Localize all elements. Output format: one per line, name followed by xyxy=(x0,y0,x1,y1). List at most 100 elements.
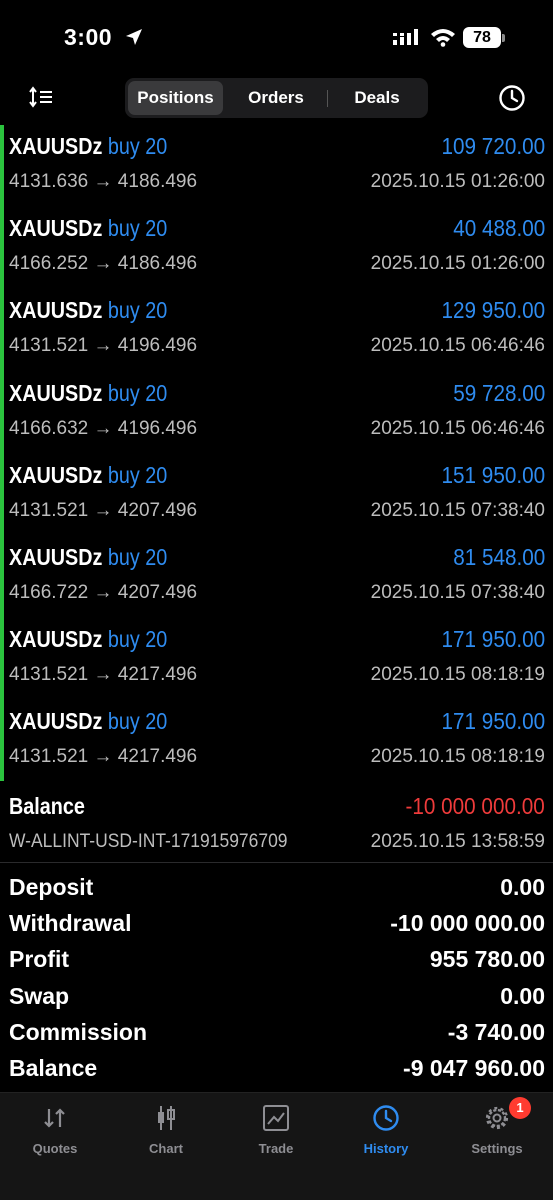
deal-datetime: 2025.10.15 07:38:40 xyxy=(370,581,545,603)
deal-profit: 129 950.00 xyxy=(441,297,545,324)
tab-label: Quotes xyxy=(32,1141,78,1156)
deal-profit: 59 728.00 xyxy=(452,379,545,406)
summary-withdrawal: Withdrawal -10 000 000.00 xyxy=(0,906,553,942)
deal-symbol: XAUUSDz buy 20 xyxy=(9,297,168,324)
status-time: 3:00 xyxy=(64,24,113,50)
deal-prices: 4131.521 → 4217.496 xyxy=(9,746,198,768)
history-summary: Deposit 0.00 Withdrawal -10 000 000.00 P… xyxy=(0,870,553,1087)
summary-deposit: Deposit 0.00 xyxy=(0,870,553,906)
tab-label: Chart xyxy=(149,1141,183,1156)
balance-operation-row[interactable]: Balance -10 000 000.00 W-ALLINT-USD-INT-… xyxy=(0,781,553,863)
deal-direction: buy 20 xyxy=(107,543,168,570)
deal-prices: 4131.521 → 4217.496 xyxy=(9,664,198,686)
deal-direction: buy 20 xyxy=(107,708,168,735)
tab-positions[interactable]: Positions xyxy=(128,81,223,115)
status-bar: 3:00 78 xyxy=(0,0,553,70)
balance-operation-amount: -10 000 000.00 xyxy=(405,793,545,819)
summary-value: 0.00 xyxy=(500,982,545,1009)
summary-commission: Commission -3 740.00 xyxy=(0,1015,553,1051)
deal-prices: 4166.722 → 4207.496 xyxy=(9,581,198,603)
tab-label: Settings xyxy=(471,1141,523,1156)
tab-quotes[interactable]: Quotes xyxy=(0,1103,110,1167)
deal-row[interactable]: XAUUSDz buy 20 171 950.00 4131.521 → 421… xyxy=(0,700,553,782)
deal-datetime: 2025.10.15 08:18:19 xyxy=(370,664,545,686)
deal-row[interactable]: XAUUSDz buy 20 171 950.00 4131.521 → 421… xyxy=(0,618,553,700)
history-clock-icon xyxy=(373,1105,399,1131)
tab-chart[interactable]: Chart xyxy=(111,1103,221,1167)
bottom-tab-bar: Quotes Chart Trade History 1 Settings xyxy=(0,1092,553,1200)
deal-datetime: 2025.10.15 01:26:00 xyxy=(370,253,545,275)
deal-row[interactable]: XAUUSDz buy 20 151 950.00 4131.521 → 420… xyxy=(0,454,553,536)
location-arrow-icon xyxy=(126,29,142,45)
summary-value: 0.00 xyxy=(500,874,545,900)
notification-badge: 1 xyxy=(509,1097,531,1119)
deal-datetime: 2025.10.15 01:26:00 xyxy=(370,171,545,192)
deal-symbol: XAUUSDz buy 20 xyxy=(9,626,168,653)
summary-value: 955 780.00 xyxy=(429,946,545,973)
gear-icon xyxy=(485,1106,509,1130)
deal-direction: buy 20 xyxy=(107,379,168,406)
deal-prices: 4166.632 → 4196.496 xyxy=(9,417,198,439)
deal-symbol: XAUUSDz buy 20 xyxy=(9,708,168,735)
deal-prices: 4131.521 → 4196.496 xyxy=(9,335,198,357)
deal-datetime: 2025.10.15 06:46:46 xyxy=(370,335,545,357)
deal-profit: 109 720.00 xyxy=(441,133,545,159)
deal-direction: buy 20 xyxy=(107,215,168,242)
balance-operation-label: Balance xyxy=(9,793,85,819)
summary-swap: Swap 0.00 xyxy=(0,979,553,1015)
sort-icon[interactable] xyxy=(28,86,54,108)
summary-label: Profit xyxy=(9,946,70,973)
segment-divider xyxy=(327,90,328,107)
deal-prices: 4131.521 → 4207.496 xyxy=(9,499,198,521)
wifi-icon xyxy=(431,29,455,47)
deal-row[interactable]: XAUUSDz buy 20 40 488.00 4166.252 → 4186… xyxy=(0,207,553,289)
deals-list: XAUUSDz buy 20 109 720.00 4131.636 → 418… xyxy=(0,125,553,783)
summary-profit: Profit 955 780.00 xyxy=(0,942,553,978)
deal-profit: 171 950.00 xyxy=(441,708,545,735)
summary-label: Swap xyxy=(9,982,70,1009)
deal-symbol: XAUUSDz buy 20 xyxy=(9,461,168,488)
deal-datetime: 2025.10.15 07:38:40 xyxy=(370,499,545,521)
quotes-icon xyxy=(44,1108,65,1128)
tab-deals[interactable]: Deals xyxy=(329,81,425,115)
deal-profit: 40 488.00 xyxy=(452,215,545,242)
trade-chart-icon xyxy=(263,1105,289,1131)
deal-row[interactable]: XAUUSDz buy 20 129 950.00 4131.521 → 419… xyxy=(0,289,553,371)
deal-profit: 81 548.00 xyxy=(452,543,545,570)
summary-value: -9 047 960.00 xyxy=(403,1054,545,1081)
deal-profit: 171 950.00 xyxy=(441,626,545,653)
clock-icon[interactable] xyxy=(498,84,526,112)
tab-settings[interactable]: 1 Settings xyxy=(442,1097,552,1167)
balance-operation-comment: W-ALLINT-USD-INT-171915976709 xyxy=(9,831,288,852)
tab-trade[interactable]: Trade xyxy=(221,1103,331,1167)
tab-history[interactable]: History xyxy=(331,1103,441,1167)
summary-value: -3 740.00 xyxy=(447,1018,545,1045)
summary-label: Commission xyxy=(9,1018,148,1045)
tab-label: History xyxy=(363,1141,409,1156)
battery-level: 78 xyxy=(463,27,501,48)
deal-symbol: XAUUSDz buy 20 xyxy=(9,215,168,242)
tab-orders[interactable]: Orders xyxy=(225,81,327,115)
deal-row[interactable]: XAUUSDz buy 20 81 548.00 4166.722 → 4207… xyxy=(0,536,553,618)
deal-direction: buy 20 xyxy=(107,461,168,488)
history-view-selector: Positions Orders Deals xyxy=(125,78,428,118)
deal-row[interactable]: XAUUSDz buy 20 59 728.00 4166.632 → 4196… xyxy=(0,372,553,454)
summary-value: -10 000 000.00 xyxy=(390,910,545,937)
deal-direction: buy 20 xyxy=(107,626,168,653)
deal-datetime: 2025.10.15 08:18:19 xyxy=(370,746,545,768)
balance-operation-datetime: 2025.10.15 13:58:59 xyxy=(370,831,545,852)
summary-balance: Balance -9 047 960.00 xyxy=(0,1051,553,1087)
deal-prices: 4166.252 → 4186.496 xyxy=(9,253,198,275)
candlestick-chart-icon xyxy=(158,1106,175,1130)
summary-label: Balance xyxy=(9,1054,98,1081)
deal-datetime: 2025.10.15 06:46:46 xyxy=(370,417,545,439)
tab-label: Trade xyxy=(258,1141,294,1156)
summary-label: Withdrawal xyxy=(9,910,132,937)
deal-symbol: XAUUSDz buy 20 xyxy=(9,543,168,570)
battery-tip xyxy=(502,34,505,42)
deal-row[interactable]: XAUUSDz buy 20 109 720.00 4131.636 → 418… xyxy=(0,125,553,207)
deal-profit: 151 950.00 xyxy=(441,461,545,488)
cellular-signal-icon xyxy=(393,29,418,45)
deal-symbol: XAUUSDz buy 20 xyxy=(9,133,168,159)
deal-direction: buy 20 xyxy=(107,133,168,159)
